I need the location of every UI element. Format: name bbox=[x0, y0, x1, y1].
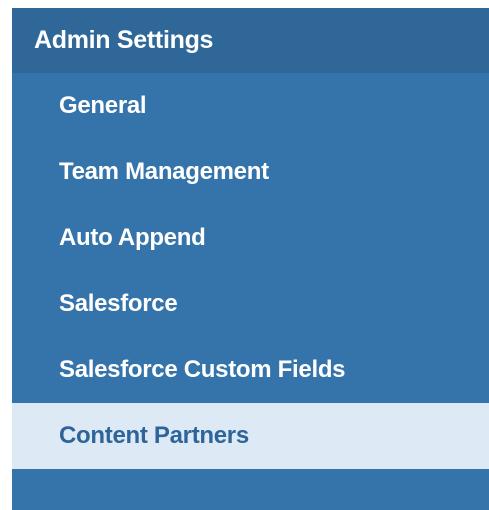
sidebar-header: Admin Settings bbox=[12, 8, 489, 73]
sidebar-menu: General Team Management Auto Append Sale… bbox=[12, 73, 489, 469]
sidebar-item-salesforce[interactable]: Salesforce bbox=[12, 271, 489, 337]
sidebar-item-label: General bbox=[59, 92, 147, 119]
sidebar-item-label: Team Management bbox=[59, 158, 269, 185]
sidebar-item-label: Salesforce bbox=[59, 290, 178, 317]
sidebar-item-auto-append[interactable]: Auto Append bbox=[12, 205, 489, 271]
sidebar-item-team-management[interactable]: Team Management bbox=[12, 139, 489, 205]
sidebar-item-label: Content Partners bbox=[59, 422, 249, 449]
sidebar-item-label: Auto Append bbox=[59, 224, 206, 251]
sidebar-item-content-partners[interactable]: Content Partners bbox=[12, 403, 489, 469]
sidebar-item-salesforce-custom-fields[interactable]: Salesforce Custom Fields bbox=[12, 337, 489, 403]
sidebar-item-label: Salesforce Custom Fields bbox=[59, 356, 346, 383]
sidebar-title: Admin Settings bbox=[34, 26, 214, 54]
admin-settings-sidebar: Admin Settings General Team Management A… bbox=[12, 8, 489, 510]
sidebar-item-general[interactable]: General bbox=[12, 73, 489, 139]
